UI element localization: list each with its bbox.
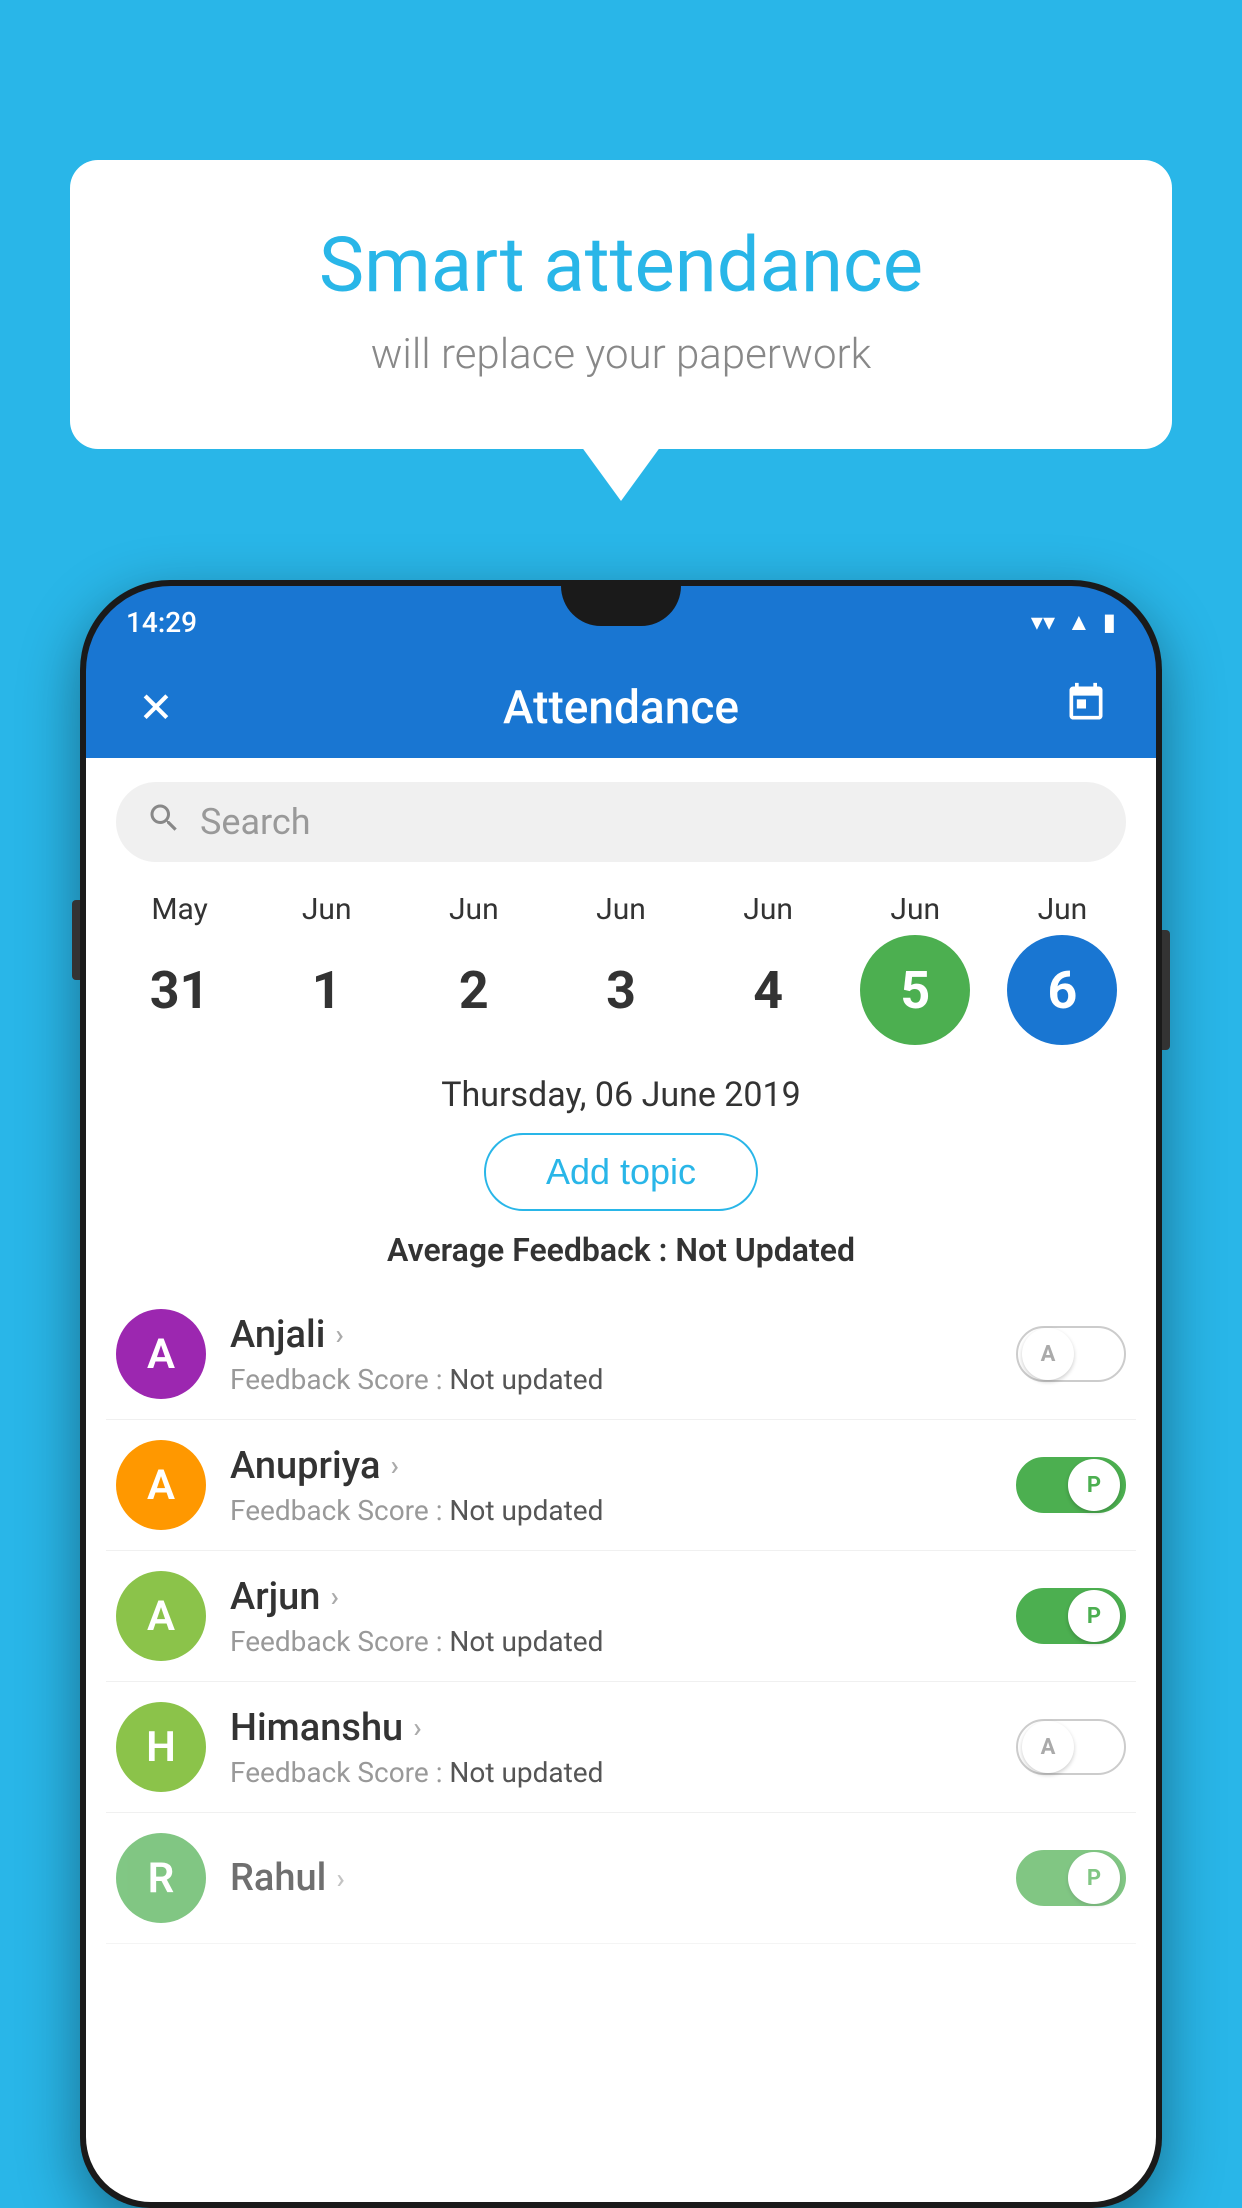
screen-content: Search May 31 Jun 1 Jun 2 [86, 758, 1156, 2202]
cal-date-0[interactable]: 31 [125, 935, 235, 1045]
toggle-knob: P [1068, 1852, 1120, 1904]
table-row[interactable]: A Anjali › Feedback Score : Not updated … [106, 1289, 1136, 1420]
avg-feedback-value: Not Updated [675, 1231, 855, 1269]
toggle-knob: P [1068, 1459, 1120, 1511]
attendance-toggle[interactable]: A [1016, 1719, 1126, 1775]
cal-col-6[interactable]: Jun 6 [992, 892, 1132, 1045]
cal-month-4: Jun [743, 892, 793, 927]
chevron-right-icon: › [335, 1318, 343, 1351]
app-bar-title: Attendance [216, 681, 1026, 735]
cal-month-5: Jun [890, 892, 940, 927]
toggle-on[interactable]: P [1016, 1588, 1126, 1644]
table-row[interactable]: A Anupriya › Feedback Score : Not update… [106, 1420, 1136, 1551]
speech-bubble: Smart attendance will replace your paper… [70, 160, 1172, 449]
cal-month-6: Jun [1038, 892, 1088, 927]
chevron-right-icon: › [390, 1449, 398, 1482]
feedback-score: Feedback Score : Not updated [230, 1756, 992, 1789]
avatar: R [116, 1833, 206, 1923]
toggle-knob: A [1022, 1721, 1074, 1773]
cal-date-2[interactable]: 2 [419, 935, 529, 1045]
student-info: Arjun › Feedback Score : Not updated [230, 1575, 992, 1658]
student-name: Himanshu › [230, 1706, 992, 1750]
status-bar: 14:29 ▾▾ ▲ ▮ [86, 586, 1156, 658]
toggle-knob: P [1068, 1590, 1120, 1642]
bubble-subtitle: will replace your paperwork [150, 330, 1092, 379]
cal-month-3: Jun [596, 892, 646, 927]
cal-date-1[interactable]: 1 [272, 935, 382, 1045]
cal-month-1: Jun [302, 892, 352, 927]
student-name: Anjali › [230, 1313, 992, 1357]
cal-col-4[interactable]: Jun 4 [698, 892, 838, 1045]
student-info: Himanshu › Feedback Score : Not updated [230, 1706, 992, 1789]
calendar-dates: May 31 Jun 1 Jun 2 Jun 3 [106, 892, 1136, 1045]
feedback-score: Feedback Score : Not updated [230, 1494, 992, 1527]
student-name: Arjun › [230, 1575, 992, 1619]
cal-date-5[interactable]: 5 [860, 935, 970, 1045]
status-icons: ▾▾ ▲ ▮ [1031, 608, 1116, 637]
status-time: 14:29 [126, 606, 197, 639]
student-list: A Anjali › Feedback Score : Not updated … [86, 1289, 1156, 1944]
avatar: H [116, 1702, 206, 1792]
toggle-off[interactable]: A [1016, 1719, 1126, 1775]
speech-bubble-wrapper: Smart attendance will replace your paper… [70, 160, 1172, 449]
feedback-score: Feedback Score : Not updated [230, 1363, 992, 1396]
cal-month-2: Jun [449, 892, 499, 927]
close-button[interactable]: ✕ [126, 683, 186, 733]
bubble-title: Smart attendance [150, 220, 1092, 310]
chevron-right-icon: › [336, 1862, 344, 1895]
student-name: Rahul › [230, 1856, 992, 1900]
phone-inner: 14:29 ▾▾ ▲ ▮ ✕ Attendance [86, 586, 1156, 2202]
chevron-right-icon: › [330, 1580, 338, 1613]
cal-col-2[interactable]: Jun 2 [404, 892, 544, 1045]
feedback-score: Feedback Score : Not updated [230, 1625, 992, 1658]
search-icon [146, 800, 182, 845]
student-info: Anupriya › Feedback Score : Not updated [230, 1444, 992, 1527]
side-button-left [72, 900, 80, 980]
avatar: A [116, 1440, 206, 1530]
signal-icon: ▲ [1067, 608, 1091, 637]
avatar: A [116, 1571, 206, 1661]
cal-month-0: May [151, 892, 207, 927]
cal-date-4[interactable]: 4 [713, 935, 823, 1045]
search-bar[interactable]: Search [116, 782, 1126, 862]
wifi-icon: ▾▾ [1031, 608, 1055, 636]
search-placeholder: Search [200, 801, 311, 843]
attendance-toggle[interactable]: A [1016, 1326, 1126, 1382]
battery-icon: ▮ [1103, 608, 1116, 636]
avatar: A [116, 1309, 206, 1399]
attendance-toggle[interactable]: P [1016, 1457, 1126, 1513]
cal-col-0[interactable]: May 31 [110, 892, 250, 1045]
avg-feedback: Average Feedback : Not Updated [86, 1231, 1156, 1269]
student-info: Anjali › Feedback Score : Not updated [230, 1313, 992, 1396]
calendar-strip: May 31 Jun 1 Jun 2 Jun 3 [86, 882, 1156, 1065]
avg-feedback-label: Average Feedback : [387, 1231, 675, 1269]
table-row[interactable]: A Arjun › Feedback Score : Not updated P [106, 1551, 1136, 1682]
toggle-on[interactable]: P [1016, 1850, 1126, 1906]
toggle-on[interactable]: P [1016, 1457, 1126, 1513]
cal-col-1[interactable]: Jun 1 [257, 892, 397, 1045]
phone-frame: 14:29 ▾▾ ▲ ▮ ✕ Attendance [80, 580, 1162, 2208]
cal-date-6[interactable]: 6 [1007, 935, 1117, 1045]
cal-col-3[interactable]: Jun 3 [551, 892, 691, 1045]
add-topic-button[interactable]: Add topic [484, 1133, 758, 1211]
toggle-knob: A [1022, 1328, 1074, 1380]
cal-date-3[interactable]: 3 [566, 935, 676, 1045]
student-info: Rahul › [230, 1856, 992, 1900]
attendance-toggle[interactable]: P [1016, 1588, 1126, 1644]
selected-date-label: Thursday, 06 June 2019 [86, 1065, 1156, 1133]
side-button-right [1162, 930, 1170, 1050]
table-row[interactable]: R Rahul › P [106, 1813, 1136, 1944]
app-bar: ✕ Attendance [86, 658, 1156, 758]
chevron-right-icon: › [413, 1711, 421, 1744]
cal-col-5[interactable]: Jun 5 [845, 892, 985, 1045]
calendar-button[interactable] [1056, 681, 1116, 736]
student-name: Anupriya › [230, 1444, 992, 1488]
toggle-off[interactable]: A [1016, 1326, 1126, 1382]
table-row[interactable]: H Himanshu › Feedback Score : Not update… [106, 1682, 1136, 1813]
attendance-toggle[interactable]: P [1016, 1850, 1126, 1906]
